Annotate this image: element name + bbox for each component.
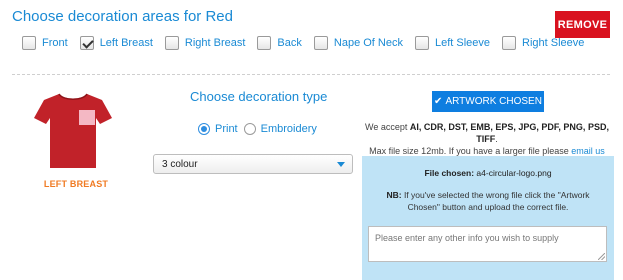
- colours-select-value: 3 colour: [162, 159, 198, 170]
- colours-select[interactable]: 3 colour: [153, 154, 353, 174]
- accept-prefix: We accept: [365, 122, 408, 132]
- area-right-sleeve[interactable]: Right Sleeve: [502, 36, 584, 50]
- accepted-formats: AI, CDR, DST, EMB, EPS, JPG, PDF, PNG, P…: [409, 122, 609, 144]
- checkbox[interactable]: [22, 36, 36, 50]
- nb-note: NB: If you've selected the wrong file cl…: [372, 189, 604, 213]
- area-back[interactable]: Back: [257, 36, 302, 50]
- nb-text: If you've selected the wrong file click …: [403, 190, 590, 212]
- resize-grip-icon[interactable]: [598, 253, 605, 260]
- file-name: a4-circular-logo.png: [476, 168, 552, 178]
- extra-info-textarea[interactable]: [368, 226, 607, 262]
- position-label: LEFT BREAST: [43, 179, 109, 189]
- tshirt-preview-icon: [34, 93, 112, 168]
- checkbox[interactable]: [164, 36, 179, 50]
- radio-button[interactable]: [243, 123, 256, 135]
- checkmark-icon: ✔: [434, 96, 443, 107]
- accepted-formats-note: We accept AI, CDR, DST, EMB, EPS, JPG, P…: [364, 121, 610, 157]
- area-left-sleeve[interactable]: Left Sleeve: [414, 36, 491, 50]
- accept-suffix: .: [495, 134, 498, 144]
- email-us-link[interactable]: email us: [571, 146, 605, 156]
- area-front[interactable]: Front: [22, 36, 68, 50]
- area-label: Left Sleeve: [434, 37, 491, 49]
- radio-print[interactable]: Print: [198, 123, 238, 135]
- checkbox[interactable]: [79, 36, 94, 50]
- area-left-breast[interactable]: Left Breast: [79, 36, 153, 50]
- area-right-breast[interactable]: Right Breast: [164, 36, 246, 50]
- area-label: Right Sleeve: [522, 37, 585, 49]
- checkbox[interactable]: [502, 36, 517, 50]
- file-chosen-label: File chosen:: [424, 168, 475, 178]
- radio-embroidery[interactable]: Embroidery: [243, 123, 317, 135]
- checkbox[interactable]: [414, 36, 429, 50]
- decoration-type-options: Print Embroidery: [198, 123, 323, 135]
- area-label: Front: [42, 37, 68, 49]
- page-title: Choose decoration areas for Red: [12, 8, 233, 25]
- dropdown-arrow-icon: [337, 162, 345, 167]
- max-size-text: Max file size 12mb. If you have a larger…: [369, 146, 569, 156]
- checkbox[interactable]: [257, 36, 272, 50]
- area-label: Nape Of Neck: [333, 37, 403, 49]
- section-divider: [12, 74, 610, 75]
- artwork-chosen-button[interactable]: ✔ ARTWORK CHOSEN: [432, 91, 544, 112]
- decoration-areas: Front Left Breast Right Breast Back Nape…: [22, 34, 596, 52]
- area-label: Back: [277, 37, 302, 49]
- area-nape-of-neck[interactable]: Nape Of Neck: [313, 36, 403, 50]
- checkbox[interactable]: [313, 36, 328, 50]
- tshirt-body: [34, 94, 112, 168]
- radio-label: Print: [215, 123, 238, 135]
- area-label: Left Breast: [99, 37, 153, 49]
- decoration-type-title: Choose decoration type: [190, 89, 328, 104]
- file-chosen-panel: File chosen: a4-circular-logo.png NB: If…: [362, 156, 614, 280]
- file-chosen: File chosen: a4-circular-logo.png: [362, 168, 614, 178]
- artwork-button-label: ARTWORK CHOSEN: [445, 96, 542, 107]
- left-breast-highlight: [79, 110, 95, 125]
- area-label: Right Breast: [184, 37, 246, 49]
- radio-label: Embroidery: [260, 123, 317, 135]
- nb-label: NB:: [386, 190, 402, 200]
- radio-button[interactable]: [198, 123, 210, 135]
